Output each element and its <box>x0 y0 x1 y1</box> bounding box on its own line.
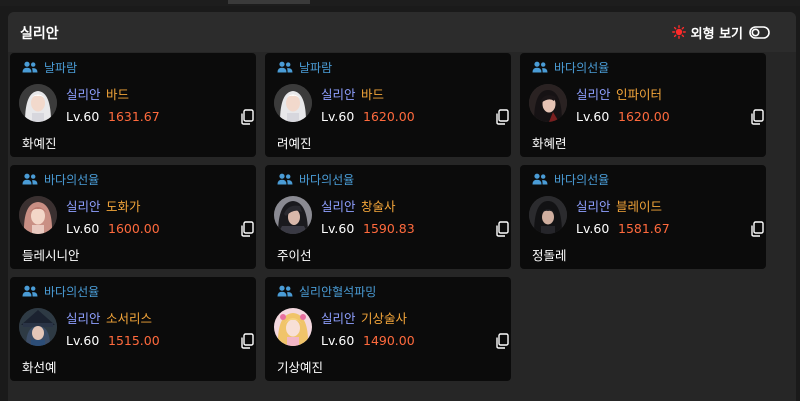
character-avatar <box>274 308 312 346</box>
copy-icon[interactable] <box>240 109 254 125</box>
guild-row: 바다의선율 <box>22 171 99 187</box>
panel-header: 실리안 외형 보기 <box>8 12 796 52</box>
character-avatar <box>19 196 57 234</box>
character-name: 화혜련 <box>532 136 567 151</box>
top-tab-strip <box>0 0 800 6</box>
character-avatar <box>529 196 567 234</box>
server-name: 실리안 <box>66 87 101 102</box>
character-card[interactable]: 바다의선율 실리안 블레이드 Lv.60 1581.67 정돌레 <box>520 165 766 269</box>
server-name: 실리안 <box>576 199 611 214</box>
character-card[interactable]: 바다의선율 실리안 인파이터 Lv.60 1620.00 화혜련 <box>520 53 766 157</box>
guild-members-icon <box>277 173 293 185</box>
item-level: 1515.00 <box>108 333 160 348</box>
guild-row: 실리안혈석파밍 <box>277 283 376 299</box>
guild-name: 실리안혈석파밍 <box>299 284 377 299</box>
character-name: 들레시니안 <box>22 248 80 263</box>
sun-icon <box>671 25 686 39</box>
character-name: 기상예진 <box>277 360 324 375</box>
character-level: Lv.60 <box>576 221 610 236</box>
guild-members-icon <box>22 173 38 185</box>
character-name: 화선예 <box>22 360 57 375</box>
character-level: Lv.60 <box>66 109 100 124</box>
guild-members-icon <box>277 61 293 73</box>
character-avatar <box>274 84 312 122</box>
class-name: 기상술사 <box>361 311 408 326</box>
guild-row: 날파람 <box>22 59 77 75</box>
server-name: 실리안 <box>66 199 101 214</box>
class-name: 바드 <box>106 87 130 102</box>
guild-row: 날파람 <box>277 59 332 75</box>
character-avatar <box>19 84 57 122</box>
class-name: 블레이드 <box>616 199 663 214</box>
character-name: 주이선 <box>277 248 312 263</box>
server-name: 실리안 <box>576 87 611 102</box>
top-tab-active-segment <box>228 0 310 4</box>
copy-icon[interactable] <box>750 221 764 237</box>
character-level: Lv.60 <box>66 333 100 348</box>
guild-name: 바다의선율 <box>554 60 610 75</box>
guild-row: 바다의선율 <box>22 283 99 299</box>
character-level: Lv.60 <box>321 333 355 348</box>
character-card[interactable]: 날파람 실리안 바드 Lv.60 1620.00 려예진 <box>265 53 511 157</box>
character-level: Lv.60 <box>66 221 100 236</box>
guild-row: 바다의선율 <box>532 59 609 75</box>
character-avatar <box>529 84 567 122</box>
appearance-toggle[interactable]: 외형 보기 <box>671 23 770 42</box>
server-name: 실리안 <box>321 87 356 102</box>
character-avatar <box>274 196 312 234</box>
guild-name: 바다의선율 <box>299 172 355 187</box>
toggle-switch-icon[interactable] <box>749 25 770 39</box>
server-name: 실리안 <box>66 311 101 326</box>
class-name: 소서리스 <box>106 311 153 326</box>
guild-name: 날파람 <box>44 60 78 75</box>
guild-members-icon <box>277 285 293 297</box>
item-level: 1600.00 <box>108 221 160 236</box>
character-name: 려예진 <box>277 136 312 151</box>
guild-members-icon <box>22 61 38 73</box>
character-avatar <box>19 308 57 346</box>
copy-icon[interactable] <box>240 221 254 237</box>
character-name: 정돌레 <box>532 248 567 263</box>
guild-name: 바다의선율 <box>44 284 100 299</box>
copy-icon[interactable] <box>495 109 509 125</box>
server-name: 실리안 <box>321 199 356 214</box>
character-card[interactable]: 바다의선율 실리안 소서리스 Lv.60 1515.00 화선예 <box>10 277 256 381</box>
item-level: 1590.83 <box>363 221 415 236</box>
guild-members-icon <box>532 173 548 185</box>
appearance-toggle-label: 외형 보기 <box>690 26 743 42</box>
guild-members-icon <box>22 285 38 297</box>
copy-icon[interactable] <box>495 221 509 237</box>
guild-row: 바다의선율 <box>532 171 609 187</box>
server-name: 실리안 <box>321 311 356 326</box>
copy-icon[interactable] <box>240 333 254 349</box>
character-name: 화예진 <box>22 136 57 151</box>
class-name: 인파이터 <box>616 87 663 102</box>
character-grid: 날파람 실리안 바드 Lv.60 1631.67 화예진 날파람 실리안 바드 … <box>10 53 770 389</box>
guild-members-icon <box>532 61 548 73</box>
server-title: 실리안 <box>20 26 59 42</box>
class-name: 도화가 <box>106 199 141 214</box>
guild-name: 바다의선율 <box>44 172 100 187</box>
item-level: 1490.00 <box>363 333 415 348</box>
character-level: Lv.60 <box>321 221 355 236</box>
guild-name: 날파람 <box>299 60 333 75</box>
guild-row: 바다의선율 <box>277 171 354 187</box>
item-level: 1620.00 <box>363 109 415 124</box>
character-level: Lv.60 <box>321 109 355 124</box>
character-card[interactable]: 바다의선율 실리안 도화가 Lv.60 1600.00 들레시니안 <box>10 165 256 269</box>
item-level: 1620.00 <box>618 109 670 124</box>
copy-icon[interactable] <box>495 333 509 349</box>
character-card[interactable]: 날파람 실리안 바드 Lv.60 1631.67 화예진 <box>10 53 256 157</box>
guild-name: 바다의선율 <box>554 172 610 187</box>
item-level: 1581.67 <box>618 221 670 236</box>
character-level: Lv.60 <box>576 109 610 124</box>
class-name: 창술사 <box>361 199 396 214</box>
character-card[interactable]: 실리안혈석파밍 실리안 기상술사 Lv.60 1490.00 기상예진 <box>265 277 511 381</box>
character-card[interactable]: 바다의선율 실리안 창술사 Lv.60 1590.83 주이선 <box>265 165 511 269</box>
copy-icon[interactable] <box>750 109 764 125</box>
class-name: 바드 <box>361 87 385 102</box>
item-level: 1631.67 <box>108 109 160 124</box>
